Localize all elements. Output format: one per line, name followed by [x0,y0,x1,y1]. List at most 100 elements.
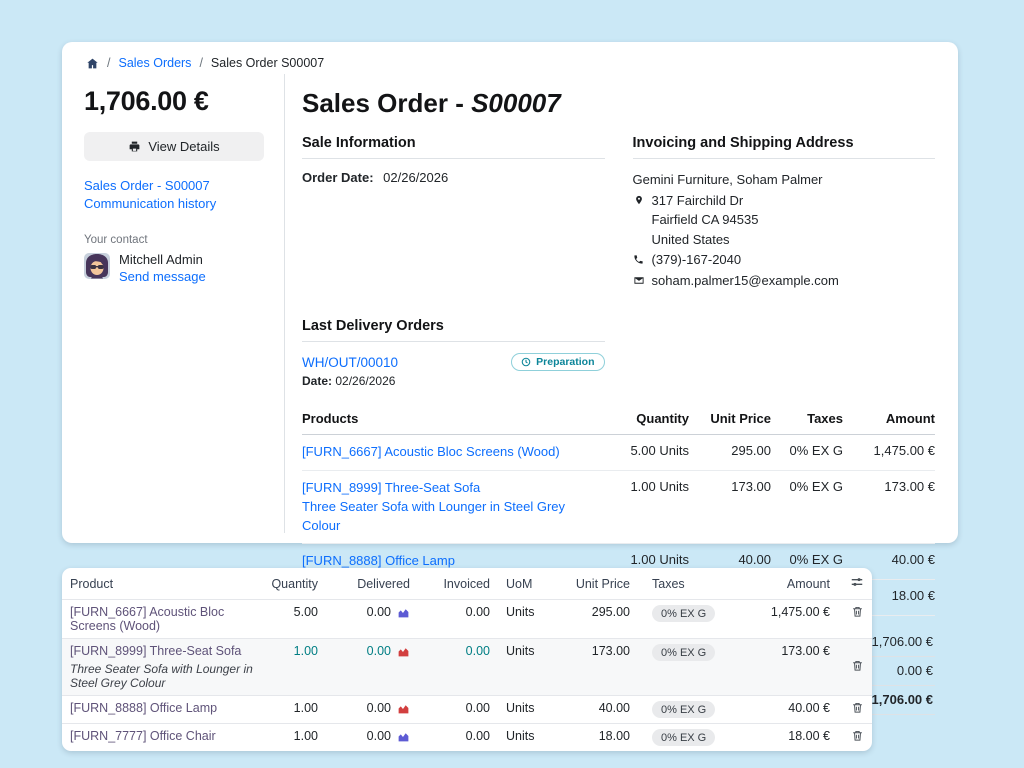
cell-quantity: 1.00 Units [584,470,689,544]
envelope-icon [633,275,645,286]
cell-quantity[interactable]: 1.00 [263,724,326,752]
forecast-chart-icon[interactable] [397,645,410,658]
page-title: Sales Order - S00007 [302,88,935,119]
order-line-row: [FURN_8888] Office Lamp 1.00 0.00 0.00 U… [62,696,872,724]
cell-uom[interactable]: Units [498,639,552,696]
tax-badge[interactable]: 0% EX G [652,729,715,746]
product-link[interactable]: [FURN_6667] Acoustic Bloc Screens (Wood) [70,605,224,633]
phone-icon [633,254,645,265]
cell-quantity[interactable]: 1.00 [263,696,326,724]
contact-name: Mitchell Admin [119,253,206,268]
avatar [84,253,110,279]
tax-badge[interactable]: 0% EX G [652,701,715,718]
col-amount: Amount [843,407,935,435]
col-quantity[interactable]: Quantity [263,568,326,600]
forecast-chart-icon[interactable] [397,702,410,715]
order-lines-card: Product Quantity Delivered Invoiced UoM … [62,568,872,751]
breadcrumb-current: Sales Order S00007 [211,56,324,70]
product-link[interactable]: [FURN_8999] Three-Seat Sofa [70,644,241,658]
cell-unit-price[interactable]: 40.00 [552,696,638,724]
forecast-chart-icon[interactable] [397,730,410,743]
cell-uom[interactable]: Units [498,600,552,639]
sale-information-heading: Sale Information [302,135,605,159]
sales-order-card: / Sales Orders / Sales Order S00007 1,70… [62,42,958,543]
cell-delivered[interactable]: 0.00 [367,701,391,715]
cell-unit-price[interactable]: 173.00 [552,639,638,696]
cell-delivered[interactable]: 0.00 [367,729,391,743]
forecast-chart-icon[interactable] [397,606,410,619]
delivery-date-value: 02/26/2026 [335,374,395,388]
order-date-row: Order Date: 02/26/2026 [302,170,605,185]
clock-icon [521,357,531,367]
col-unit-price[interactable]: Unit Price [552,568,638,600]
breadcrumb-separator: / [107,56,110,70]
product-link[interactable]: [FURN_7777] Office Chair [70,729,216,743]
order-date-label: Order Date: [302,170,374,185]
view-details-button[interactable]: View Details [84,132,264,161]
address-city: Fairfield CA 94535 [633,210,936,230]
col-uom[interactable]: UoM [498,568,552,600]
page-title-prefix: Sales Order - [302,88,471,118]
trash-icon[interactable] [851,659,864,672]
trash-icon[interactable] [851,729,864,742]
delivery-reference-link[interactable]: WH/OUT/00010 [302,355,398,370]
cell-quantity[interactable]: 5.00 [263,600,326,639]
col-unit-price: Unit Price [689,407,771,435]
breadcrumb-sales-orders[interactable]: Sales Orders [118,56,191,70]
order-line-row: [FURN_7777] Office Chair 1.00 0.00 0.00 … [62,724,872,752]
send-message-link[interactable]: Send message [119,269,206,284]
product-description: Three Seater Sofa with Lounger in Steel … [70,662,255,690]
cell-delivered[interactable]: 0.00 [367,644,391,658]
col-amount[interactable]: Amount [730,568,838,600]
cell-quantity[interactable]: 1.00 [294,644,318,658]
cell-invoiced: 0.00 [466,644,490,658]
col-taxes: Taxes [771,407,843,435]
col-taxes[interactable]: Taxes [638,568,730,600]
page-title-reference: S00007 [471,88,561,118]
trash-icon[interactable] [851,605,864,618]
cell-taxes: 0% EX G [771,470,843,544]
order-total-amount: 1,706.00 € [84,86,264,117]
address-name: Gemini Furniture, Soham Palmer [633,170,936,190]
order-sidebar: 1,706.00 € View Details Sales Order - S0… [84,74,285,533]
order-main: Sales Order - S00007 Sale Information Or… [285,74,935,533]
cell-uom[interactable]: Units [498,724,552,752]
order-lines-header: Product Quantity Delivered Invoiced UoM … [62,568,872,600]
product-description: Three Seater Sofa with Lounger in Steel … [302,498,584,536]
table-row: [FURN_6667] Acoustic Bloc Screens (Wood)… [302,435,935,471]
address-heading: Invoicing and Shipping Address [633,135,936,159]
sidebar-link-sales-order[interactable]: Sales Order - S00007 [84,178,264,193]
product-link[interactable]: [FURN_8999] Three-Seat Sofa [302,479,584,498]
column-adjust-icon[interactable] [850,575,864,589]
cell-unit-price: 173.00 [689,470,771,544]
tax-badge[interactable]: 0% EX G [652,644,715,661]
delivery-status-badge: Preparation [511,353,604,371]
cell-unit-price[interactable]: 18.00 [552,724,638,752]
vat-value: 0.00 € [897,663,933,678]
sidebar-link-communication-history[interactable]: Communication history [84,196,264,211]
cell-unit-price[interactable]: 295.00 [552,600,638,639]
your-contact-label: Your contact [84,234,264,246]
order-line-row: [FURN_8999] Three-Seat Sofa Three Seater… [62,639,872,696]
product-link[interactable]: [FURN_6667] Acoustic Bloc Screens (Wood) [302,443,584,462]
view-details-label: View Details [148,139,219,154]
col-delivered[interactable]: Delivered [326,568,418,600]
contact-row: Mitchell Admin Send message [84,253,264,286]
col-product[interactable]: Product [62,568,263,600]
cell-uom[interactable]: Units [498,696,552,724]
cell-invoiced: 0.00 [418,600,498,639]
home-icon[interactable] [86,57,99,70]
trash-icon[interactable] [851,701,864,714]
cell-delivered[interactable]: 0.00 [367,605,391,619]
product-link[interactable]: [FURN_8888] Office Lamp [70,701,217,715]
cell-amount: 1,475.00 € [730,600,838,639]
col-invoiced[interactable]: Invoiced [418,568,498,600]
address-street: 317 Fairchild Dr [652,191,744,211]
col-products: Products [302,407,584,435]
cell-invoiced: 0.00 [418,724,498,752]
order-lines-table: Product Quantity Delivered Invoiced UoM … [62,568,872,751]
products-table-header: Products Quantity Unit Price Taxes Amoun… [302,407,935,435]
cell-taxes: 0% EX G [771,435,843,471]
cell-unit-price: 295.00 [689,435,771,471]
tax-badge[interactable]: 0% EX G [652,605,715,622]
